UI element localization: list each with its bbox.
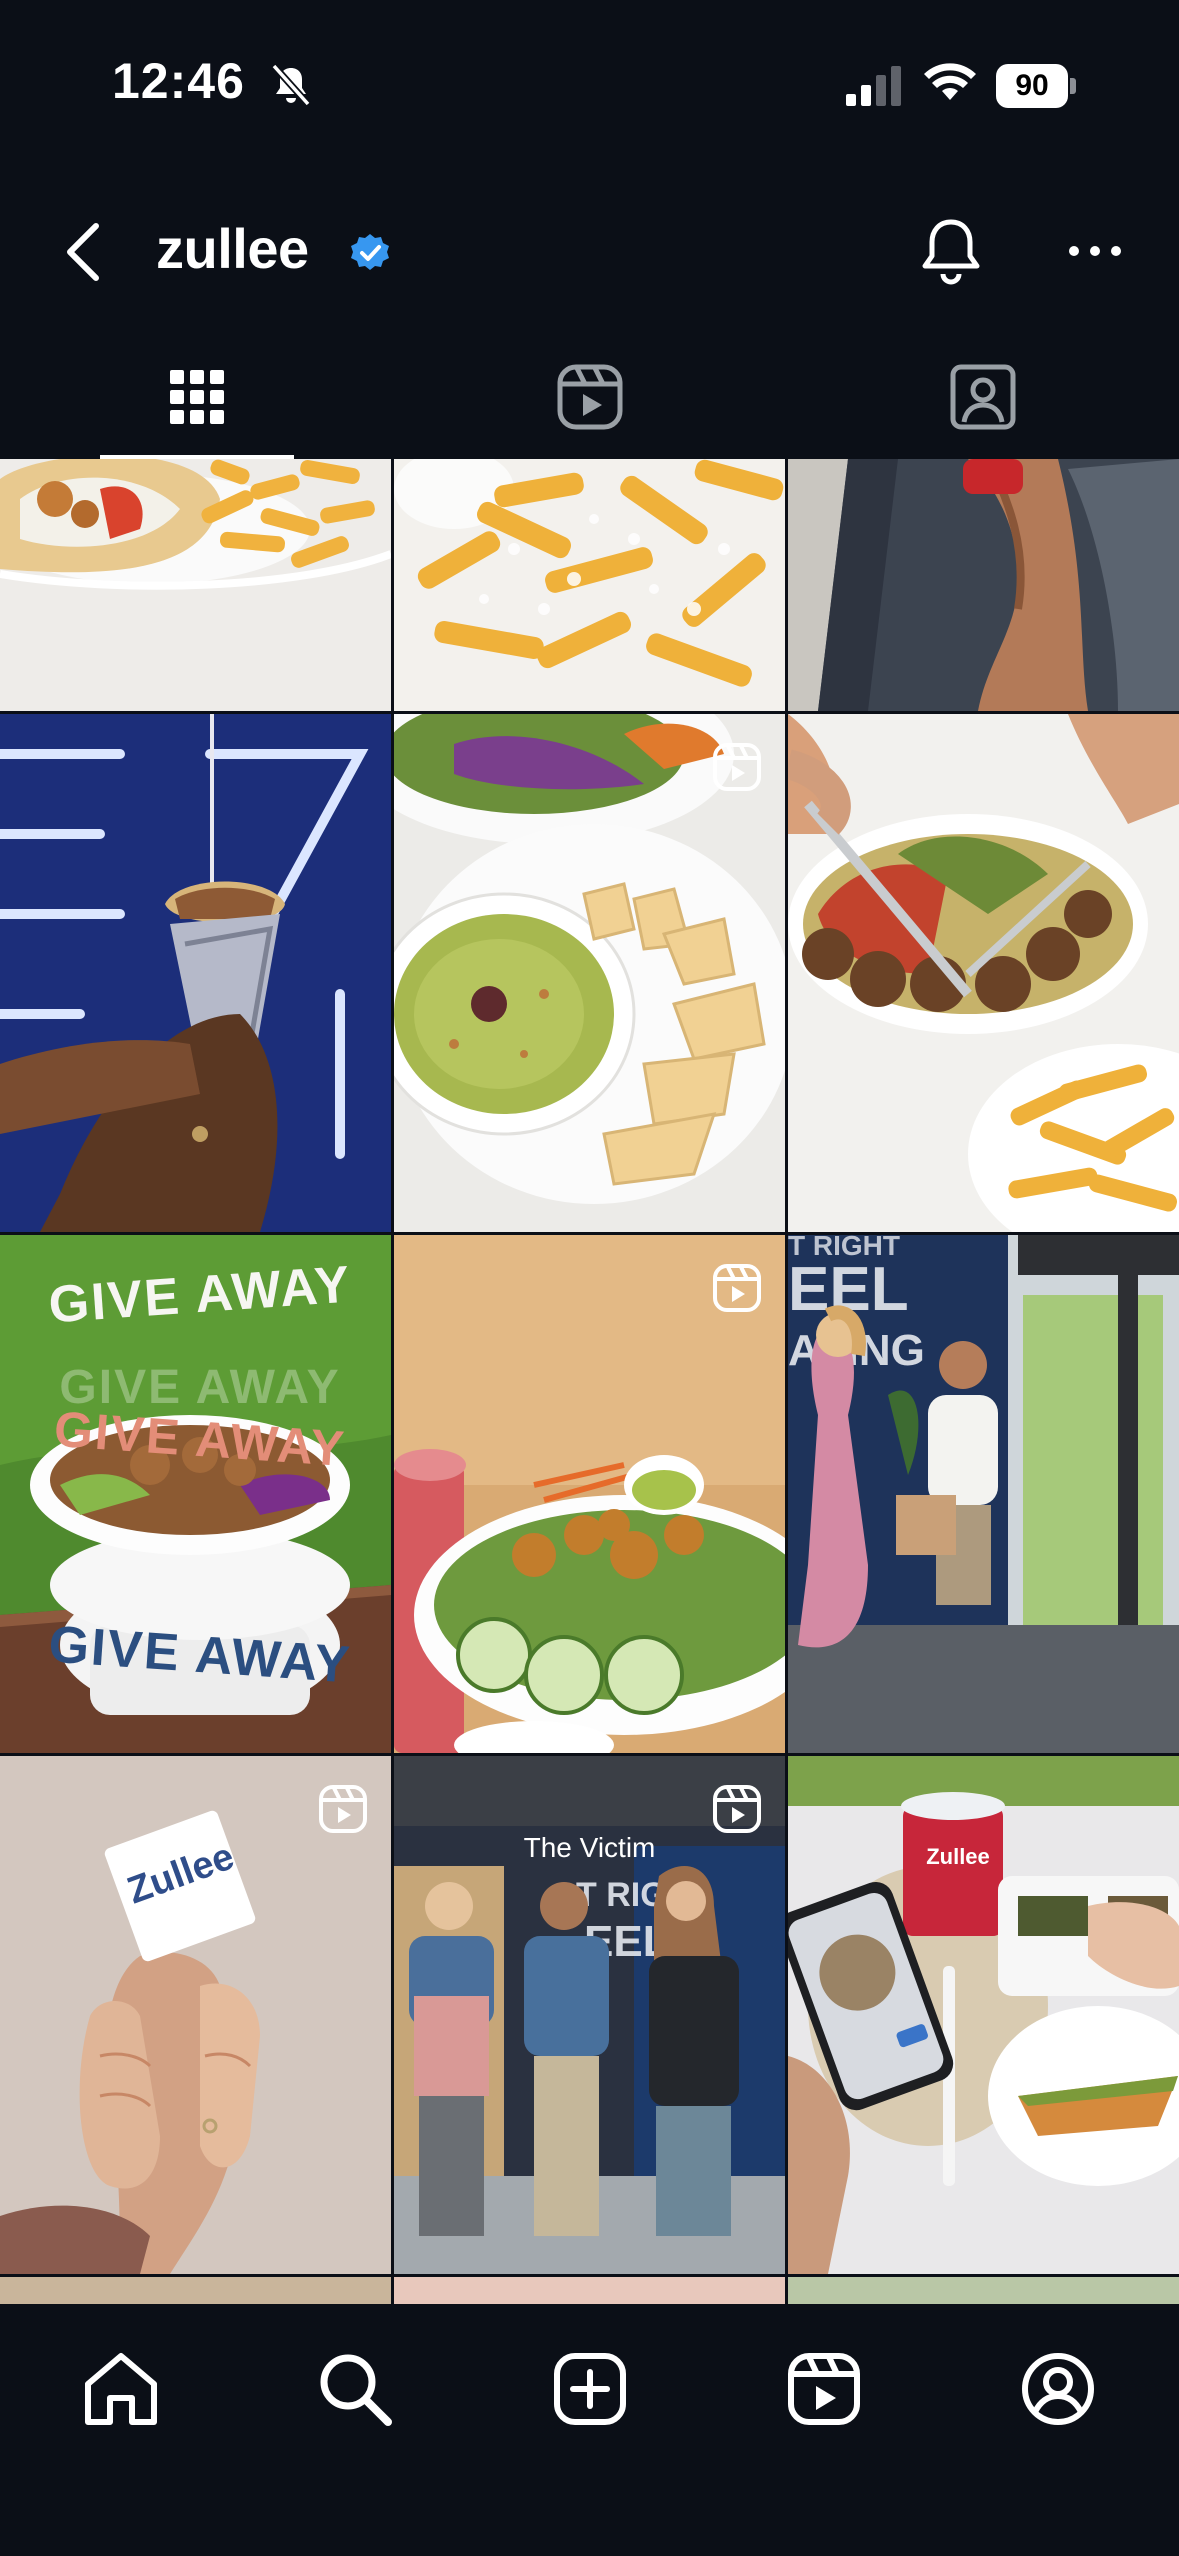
cup-logo-text: Zullee: [926, 1844, 990, 1869]
post-7[interactable]: GIVE AWAY GIVE AWAY GIVE AWAY GIVE AWAY: [0, 1235, 391, 1753]
home-icon: [85, 2353, 157, 2425]
tab-reels[interactable]: [393, 335, 786, 459]
status-time: 12:46: [112, 53, 245, 109]
post-14[interactable]: [394, 2277, 785, 2304]
notification-bell-icon[interactable]: [916, 214, 986, 290]
reel-badge-icon: [713, 1785, 761, 1833]
post-9[interactable]: EEL AZING T RIGHT: [788, 1235, 1179, 1753]
post-6[interactable]: [788, 714, 1179, 1232]
wifi-icon: [924, 63, 976, 100]
post-1[interactable]: [0, 459, 391, 711]
reel-badge-icon: [319, 1785, 367, 1833]
reel-badge-icon: [713, 743, 761, 791]
reel-badge-icon: [713, 1264, 761, 1312]
profile-username: zullee: [156, 217, 309, 280]
profile-tabs: [0, 335, 1179, 459]
status-bar: 12:46 90: [0, 0, 1179, 170]
nav-create[interactable]: [545, 2344, 635, 2434]
post-2[interactable]: [394, 459, 785, 711]
posts-grid: GIVE AWAY GIVE AWAY GIVE AWAY GIVE AWAY: [0, 459, 1179, 2304]
more-options-icon[interactable]: [1060, 226, 1130, 276]
tab-tagged[interactable]: [786, 335, 1179, 459]
nav-home[interactable]: [76, 2344, 166, 2434]
profile-icon: [1022, 2353, 1094, 2425]
reels-icon: [788, 2353, 860, 2425]
post-4[interactable]: [0, 714, 391, 1232]
reel-overlay-text: The Victim: [523, 1832, 656, 1863]
nav-search[interactable]: [310, 2344, 400, 2434]
nav-reels[interactable]: [779, 2344, 869, 2434]
battery-icon: 90: [996, 64, 1076, 108]
bottom-navigation: [0, 2304, 1179, 2556]
tagged-person-icon: [950, 364, 1016, 430]
post-3[interactable]: [788, 459, 1179, 711]
svg-text:T RIGHT: T RIGHT: [788, 1235, 900, 1261]
reels-icon: [557, 364, 623, 430]
tab-posts-grid[interactable]: [0, 335, 393, 459]
battery-level: 90: [996, 64, 1068, 108]
nav-profile[interactable]: [1013, 2344, 1103, 2434]
post-15[interactable]: [788, 2277, 1179, 2304]
back-chevron-icon[interactable]: [50, 212, 120, 292]
profile-header: zullee: [0, 170, 1179, 335]
post-13[interactable]: [0, 2277, 391, 2304]
search-icon: [320, 2354, 392, 2426]
zullee-card-text: Zullee: [122, 1835, 240, 1913]
create-plus-icon: [554, 2353, 626, 2425]
grid-icon: [170, 370, 224, 424]
signal-icon: [846, 66, 901, 106]
verified-badge-icon: [351, 234, 389, 270]
post-12[interactable]: Zullee: [788, 1756, 1179, 2274]
bell-muted-icon: [271, 63, 311, 107]
